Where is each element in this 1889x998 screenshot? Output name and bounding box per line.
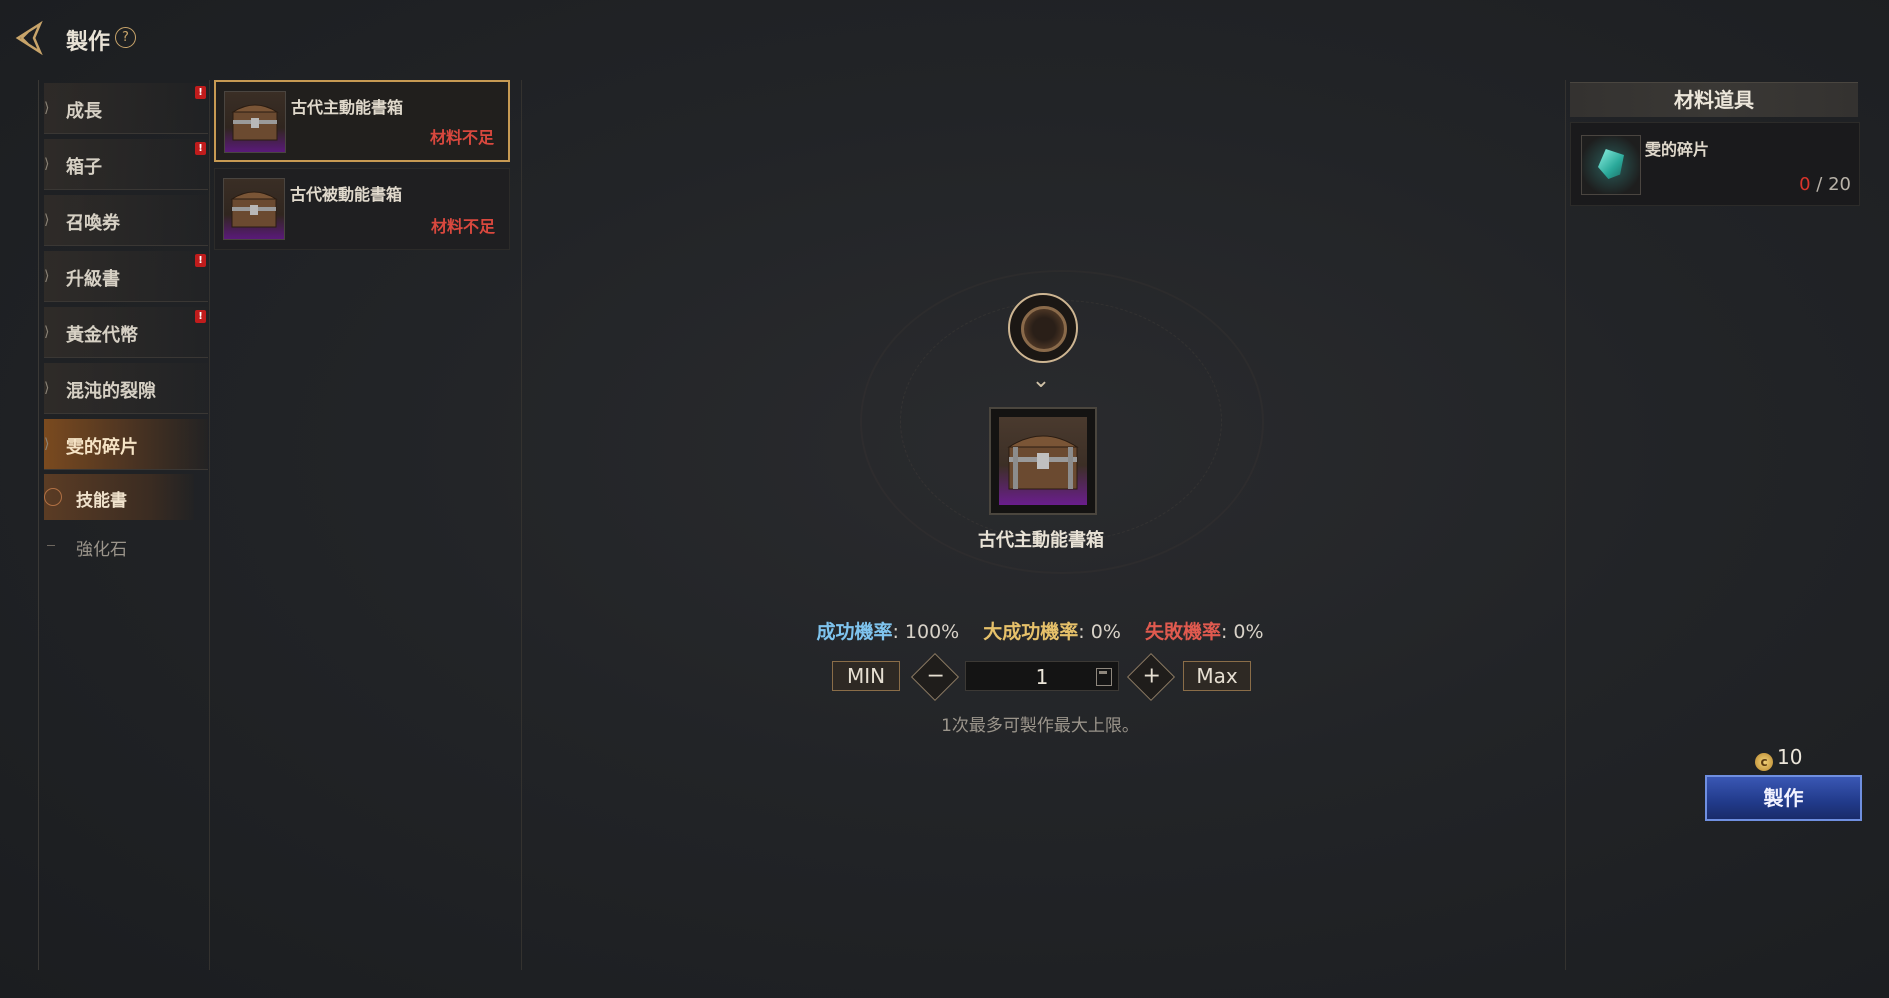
alert-badge-icon: ! — [195, 142, 206, 155]
rates-row: 成功機率: 100% 大成功機率: 0% 失敗機率: 0% — [780, 617, 1300, 644]
subcategory-skill-books[interactable]: 技能書 — [44, 474, 194, 520]
category-icon: ⟩ — [44, 436, 50, 452]
craft-emblem-icon — [1008, 293, 1078, 363]
category-label: 成長 — [66, 101, 102, 122]
category-summon-tickets[interactable]: ⟩ 召喚券 — [44, 195, 208, 246]
cost-amount: 10 — [1777, 745, 1803, 769]
decrement-button[interactable]: − — [910, 652, 960, 702]
category-upgrade-books[interactable]: ⟩ 升級書 ! — [44, 251, 208, 302]
recipe-name: 古代被動能書箱 — [290, 185, 403, 204]
craft-button[interactable]: 製作 — [1705, 775, 1862, 821]
fail-rate-value: : 0% — [1220, 621, 1264, 643]
category-icon: ⟩ — [44, 380, 50, 396]
treasure-chest-icon — [224, 91, 286, 153]
calculator-icon[interactable] — [1096, 668, 1112, 686]
material-have: 0 — [1799, 174, 1811, 195]
question-mark-icon[interactable]: ? — [115, 27, 136, 48]
category-fragments[interactable]: ⟩ 雯的碎片 — [44, 419, 208, 470]
recipe-item[interactable]: 古代被動能書箱 材料不足 — [214, 168, 510, 250]
subcategory-enhance-stones[interactable]: 強化石 — [44, 523, 194, 569]
category-icon: ⟩ — [44, 212, 50, 228]
minus-icon: − — [926, 663, 945, 689]
page-title: 製作 — [66, 30, 111, 55]
category-gold-tokens[interactable]: ⟩ 黃金代幣 ! — [44, 307, 208, 358]
category-icon: ⟩ — [44, 100, 50, 116]
plus-icon: + — [1142, 663, 1161, 689]
category-label: 混沌的裂隙 — [66, 381, 156, 402]
treasure-chest-icon — [223, 178, 285, 240]
dash-icon — [47, 545, 55, 546]
material-panel — [1565, 80, 1861, 970]
category-label: 黃金代幣 — [66, 325, 138, 346]
category-label: 升級書 — [66, 269, 120, 290]
category-label: 召喚券 — [66, 213, 120, 234]
material-separator: / — [1810, 174, 1829, 195]
recipe-name: 古代主動能書箱 — [291, 98, 404, 117]
category-growth[interactable]: ⟩ 成長 ! — [44, 83, 208, 134]
subcategory-label: 強化石 — [76, 540, 127, 560]
success-rate-value: : 100% — [892, 621, 960, 643]
category-label: 雯的碎片 — [66, 437, 138, 458]
great-success-rate-label: 大成功機率 — [983, 621, 1079, 643]
subcategory-label: 技能書 — [76, 491, 127, 511]
selected-dot-icon — [44, 488, 62, 506]
back-arrow-icon[interactable] — [10, 18, 50, 58]
alert-badge-icon: ! — [195, 254, 206, 267]
alert-badge-icon: ! — [195, 86, 206, 99]
category-icon: ⟩ — [44, 156, 50, 172]
max-button[interactable]: Max — [1183, 661, 1251, 691]
chevron-down-icon: ⌄ — [1031, 368, 1051, 393]
material-name: 雯的碎片 — [1645, 140, 1710, 159]
treasure-chest-icon — [999, 417, 1087, 505]
material-need: 20 — [1828, 174, 1851, 195]
min-button[interactable]: MIN — [832, 661, 900, 691]
category-icon: ⟩ — [44, 324, 50, 340]
max-hint-text: 1次最多可製作最大上限。 — [941, 716, 1139, 736]
recipe-status: 材料不足 — [430, 217, 495, 236]
gold-coin-icon: c — [1755, 753, 1773, 771]
product-name: 古代主動能書箱 — [978, 530, 1104, 551]
quantity-input[interactable]: 1 — [965, 661, 1119, 691]
category-label: 箱子 — [66, 157, 102, 178]
category-icon: ⟩ — [44, 268, 50, 284]
recipe-item[interactable]: 古代主動能書箱 材料不足 — [214, 80, 510, 162]
success-rate-label: 成功機率 — [816, 621, 893, 643]
category-boxes[interactable]: ⟩ 箱子 ! — [44, 139, 208, 190]
material-count: 0 / 20 — [1799, 174, 1851, 195]
product-slot — [989, 407, 1097, 515]
alert-badge-icon: ! — [195, 310, 206, 323]
great-success-rate-value: : 0% — [1078, 621, 1121, 643]
fail-rate-label: 失敗機率 — [1144, 621, 1221, 643]
material-item[interactable]: 雯的碎片 0 / 20 — [1570, 122, 1860, 206]
recipe-status: 材料不足 — [429, 128, 494, 147]
material-panel-title: 材料道具 — [1570, 82, 1858, 117]
craft-cost: c 10 — [1755, 745, 1835, 771]
category-chaos-rift[interactable]: ⟩ 混沌的裂隙 — [44, 363, 208, 414]
increment-button[interactable]: + — [1126, 652, 1176, 702]
crystal-fragment-icon — [1581, 135, 1641, 195]
